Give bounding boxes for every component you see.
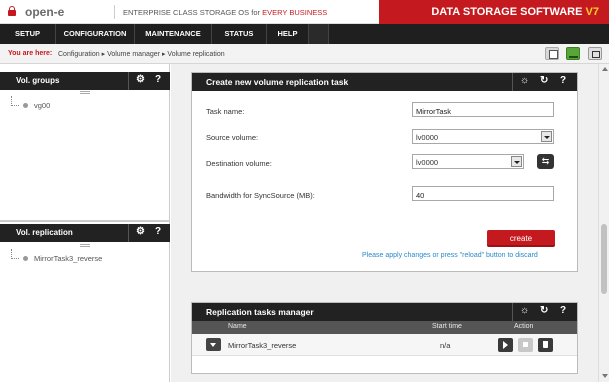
breadcrumb: You are here: Configuration ▸ Volume man… (0, 44, 609, 64)
source-volume-label: Source volume: (206, 133, 259, 142)
left-sidebar: Vol. groups ⚙ ? vg00 Vol. replication ⚙ … (0, 64, 170, 382)
task-name-cell: MirrorTask3_reverse (228, 341, 297, 350)
scroll-down-icon[interactable] (602, 374, 608, 378)
expand-row-button[interactable] (206, 338, 221, 351)
chevron-down-icon[interactable] (511, 156, 522, 167)
tree-connector (11, 249, 19, 259)
breadcrumb-item-volume-replication[interactable]: Volume replication (167, 51, 224, 58)
menu-spacer (309, 24, 329, 44)
help-icon[interactable]: ? (155, 226, 161, 237)
bandwidth-label: Bandwidth for SyncSource (MB): (206, 191, 315, 200)
tasks-table-header: Name Start time Action (192, 321, 577, 334)
apply-note: Please apply changes or press "reload" b… (362, 252, 538, 259)
resize-grip[interactable] (80, 91, 90, 94)
create-task-title: Create new volume replication task (206, 77, 349, 87)
menu-help[interactable]: HELP (267, 24, 309, 44)
column-name: Name (228, 323, 247, 330)
vol-replication-title: Vol. replication (16, 228, 73, 237)
vol-groups-title: Vol. groups (16, 76, 60, 85)
status-grid-icon[interactable] (545, 47, 559, 60)
tree-item-mirrortask[interactable]: MirrorTask3_reverse (34, 254, 102, 263)
reload-icon[interactable]: ↻ (540, 75, 548, 86)
spinner-icon[interactable]: ☼ (520, 305, 529, 316)
stop-task-button[interactable] (518, 338, 533, 352)
start-time-cell: n/a (440, 341, 451, 350)
window-icon[interactable] (588, 47, 602, 60)
start-task-button[interactable] (498, 338, 513, 352)
bandwidth-input[interactable] (412, 186, 554, 201)
top-header: open-e ENTERPRISE CLASS STORAGE OS for E… (0, 0, 609, 24)
create-task-panel: Create new volume replication task ☼ ↻ ?… (191, 72, 578, 272)
vertical-scrollbar[interactable] (598, 64, 609, 382)
create-task-header: Create new volume replication task ☼ ↻ ? (192, 73, 577, 91)
help-icon[interactable]: ? (560, 305, 566, 316)
menu-status[interactable]: STATUS (212, 24, 267, 44)
tree-connector (11, 96, 19, 106)
tasks-manager-panel: Replication tasks manager ☼ ↻ ? Name Sta… (191, 302, 578, 374)
breadcrumb-item-configuration[interactable]: Configuration (58, 51, 100, 58)
lock-icon (8, 6, 16, 16)
tasks-manager-title: Replication tasks manager (206, 307, 314, 317)
tasks-manager-header: Replication tasks manager ☼ ↻ ? (192, 303, 577, 321)
product-title: DATA STORAGE SOFTWARE V7 (379, 0, 609, 24)
create-button[interactable]: create (487, 230, 555, 247)
reload-icon[interactable]: ↻ (540, 305, 548, 316)
task-name-label: Task name: (206, 107, 245, 116)
menu-setup[interactable]: SETUP (0, 24, 56, 44)
chevron-right-icon: ▸ (161, 51, 166, 58)
column-start-time: Start time (432, 323, 462, 330)
delete-task-button[interactable] (538, 338, 553, 352)
replication-task-icon (23, 256, 28, 261)
swap-icon[interactable]: ⇆ (537, 154, 554, 169)
breadcrumb-item-volume-manager[interactable]: Volume manager (107, 51, 160, 58)
panel-splitter[interactable] (0, 220, 170, 222)
main-menu: SETUP CONFIGURATION MAINTENANCE STATUS H… (0, 24, 609, 44)
tree-item-vg00[interactable]: vg00 (34, 101, 50, 110)
destination-volume-select[interactable]: lv0000 (412, 154, 524, 169)
menu-maintenance[interactable]: MAINTENANCE (135, 24, 212, 44)
spinner-icon[interactable]: ☼ (520, 75, 529, 86)
gear-icon[interactable]: ⚙ (136, 226, 145, 237)
scroll-thumb[interactable] (601, 224, 607, 294)
brand-logo: open-e (25, 5, 65, 19)
breadcrumb-path: Configuration ▸ Volume manager ▸ Volume … (58, 50, 225, 58)
help-icon[interactable]: ? (155, 74, 161, 85)
resize-grip[interactable] (80, 244, 90, 247)
destination-volume-label: Destination volume: (206, 159, 272, 168)
scroll-up-icon[interactable] (602, 67, 608, 71)
tagline: ENTERPRISE CLASS STORAGE OS for EVERY BU… (123, 8, 328, 17)
column-action: Action (514, 323, 534, 330)
vol-groups-header: Vol. groups ⚙ ? (0, 72, 170, 90)
breadcrumb-prefix: You are here: (8, 50, 53, 57)
monitor-icon[interactable] (566, 47, 580, 60)
menu-configuration[interactable]: CONFIGURATION (56, 24, 135, 44)
volume-group-icon (23, 103, 28, 108)
chevron-right-icon: ▸ (101, 51, 106, 58)
header-divider (114, 5, 115, 19)
task-name-input[interactable] (412, 102, 554, 117)
help-icon[interactable]: ? (560, 75, 566, 86)
table-row: MirrorTask3_reverse n/a (192, 334, 577, 356)
vol-replication-header: Vol. replication ⚙ ? (0, 224, 170, 242)
chevron-down-icon[interactable] (541, 131, 552, 142)
source-volume-select[interactable]: lv0000 (412, 129, 554, 144)
gear-icon[interactable]: ⚙ (136, 74, 145, 85)
